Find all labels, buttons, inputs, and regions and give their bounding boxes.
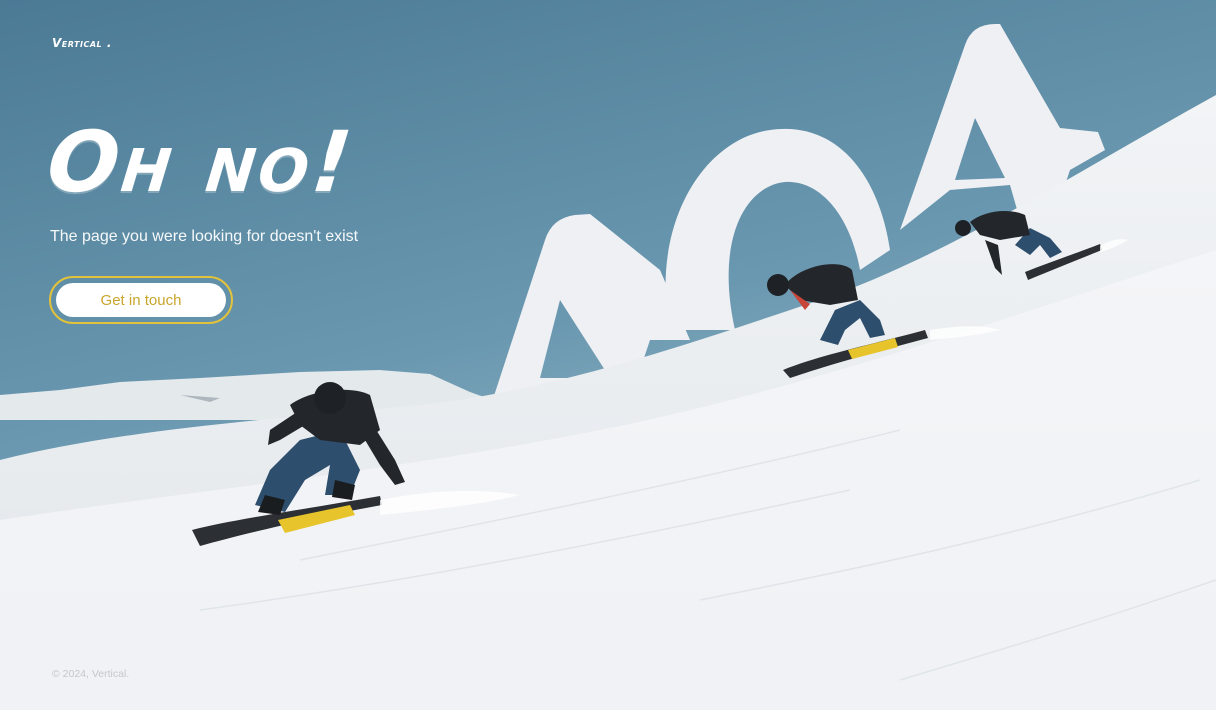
page-headline: Oh no! <box>42 113 360 211</box>
copyright-text: © 2024, Vertical. <box>52 668 130 680</box>
background-photo <box>0 0 1216 710</box>
get-in-touch-button[interactable]: Get in touch <box>56 283 226 317</box>
error-message: The page you were looking for doesn't ex… <box>50 228 359 245</box>
brand-logo[interactable]: Vertical . <box>52 36 112 50</box>
